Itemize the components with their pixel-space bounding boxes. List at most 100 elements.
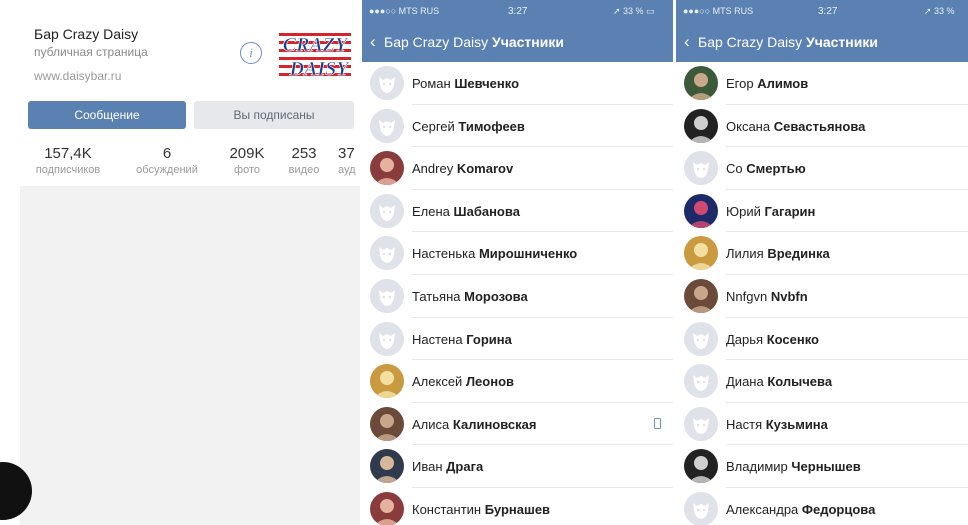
avatar[interactable] [684,193,718,228]
stat-audio[interactable]: 37 ауд [338,145,360,176]
avatar[interactable] [684,449,718,484]
member-name[interactable]: Сергей Тимофеев [412,119,525,134]
member-name[interactable]: Елена Шабанова [412,204,520,219]
stat-label: подписчиков [35,164,101,176]
member-row[interactable]: Сергей Тимофеев [362,105,673,148]
subscribed-button[interactable]: Вы подписаны [194,101,354,129]
member-row[interactable]: Роман Шевченко [362,62,673,105]
member-name[interactable]: Оксана Севастьянова [726,119,865,134]
member-name[interactable]: Роман Шевченко [412,76,519,91]
member-first-name: Иван [412,459,443,475]
stat-discussions[interactable]: 6 обсуждений [128,145,206,176]
back-label[interactable]: Бар Crazy Daisy [698,34,802,50]
member-last-name: Морозова [464,288,528,304]
member-name[interactable]: Диана Колычева [726,374,832,389]
member-row[interactable]: Егор Алимов [676,62,968,105]
member-last-name: Колычева [767,374,833,390]
member-name[interactable]: Лилия Врединка [726,246,830,261]
message-button[interactable]: Сообщение [28,101,186,129]
default-avatar-icon[interactable] [684,151,718,186]
member-row[interactable]: Nnfgvn Nvbfn [676,275,968,318]
member-row[interactable]: Настя Кузьмина [676,403,968,446]
default-avatar-icon[interactable] [684,364,718,399]
member-last-name: Федорцова [801,501,876,517]
battery-indicator: ➚ 33 % ▭ [613,6,655,16]
stat-subscribers[interactable]: 157,4K подписчиков [32,145,104,176]
member-row[interactable]: Настена Горина [362,318,673,361]
default-avatar-icon[interactable] [370,66,404,100]
default-avatar-icon[interactable] [684,321,718,356]
default-avatar-icon[interactable] [370,321,404,356]
member-first-name: Роман [412,76,451,91]
member-name[interactable]: Иван Драга [412,459,483,474]
avatar[interactable] [684,66,718,100]
member-row[interactable]: Константин Бурнашев [362,488,673,525]
avatar[interactable] [370,364,404,399]
member-name[interactable]: Nnfgvn Nvbfn [726,289,808,304]
member-name[interactable]: Дарья Косенко [726,332,819,347]
avatar[interactable] [370,491,404,525]
member-last-name: Леонов [465,374,515,390]
default-avatar-icon[interactable] [684,406,718,441]
back-chevron-icon[interactable]: ‹ [370,33,376,50]
member-name[interactable]: Александра Федорцова [726,502,875,517]
member-name[interactable]: Юрий Гагарин [726,204,815,219]
member-name[interactable]: Со Смертью [726,161,806,176]
avatar[interactable] [370,406,404,441]
member-row[interactable]: Елена Шабанова [362,190,673,233]
stat-photos[interactable]: 209K фото [222,145,272,176]
member-row[interactable]: Andrey Komarov [362,147,673,190]
member-last-name: Мирошниченко [478,246,578,262]
info-icon[interactable]: i [240,42,262,64]
member-row[interactable]: Татьяна Морозова [362,275,673,318]
default-avatar-icon[interactable] [684,491,718,525]
member-name[interactable]: Алиса Калиновская [412,417,536,432]
member-name[interactable]: Константин Бурнашев [412,502,550,517]
member-name[interactable]: Татьяна Морозова [412,289,528,304]
member-name[interactable]: Настя Кузьмина [726,417,828,432]
community-website[interactable]: www.daisybar.ru [34,69,121,83]
member-row[interactable]: Лилия Врединка [676,232,968,275]
member-last-name: Врединка [767,246,830,262]
member-name[interactable]: Владимир Чернышев [726,459,861,474]
member-row[interactable]: Владимир Чернышев [676,445,968,488]
member-name[interactable]: Настена Горина [412,332,512,347]
member-row[interactable]: Алексей Леонов [362,360,673,403]
default-avatar-icon[interactable] [370,236,404,271]
member-row[interactable]: Настенька Мирошниченко [362,232,673,275]
member-first-name: Диана [726,374,764,390]
member-name[interactable]: Егор Алимов [726,76,808,91]
members-list: Егор Алимов Оксана Севастьянова Со Смертью… [676,62,968,525]
member-first-name: Елена [412,203,450,219]
member-row[interactable]: Иван Драга [362,445,673,488]
member-last-name: Драга [446,459,484,475]
member-first-name: Лилия [726,246,764,262]
member-name[interactable]: Настенька Мирошниченко [412,246,577,261]
stat-value: 209K [229,145,265,162]
member-row[interactable]: Оксана Севастьянова [676,105,968,148]
member-last-name: Тимофеев [458,118,525,134]
member-row[interactable]: Со Смертью [676,147,968,190]
avatar[interactable] [370,449,404,484]
stat-videos[interactable]: 253 видео [282,145,326,176]
member-row[interactable]: Александра Федорцова [676,488,968,525]
member-row[interactable]: Юрий Гагарин [676,190,968,233]
member-name[interactable]: Алексей Леонов [412,374,514,389]
default-avatar-icon[interactable] [370,278,404,313]
member-first-name: Nnfgvn [726,288,768,304]
avatar[interactable] [684,236,718,271]
default-avatar-icon[interactable] [370,193,404,228]
nav-title: Бар Crazy Daisy Участники [384,34,564,50]
back-chevron-icon[interactable]: ‹ [684,33,690,50]
member-row[interactable]: Дарья Косенко [676,318,968,361]
back-label[interactable]: Бар Crazy Daisy [384,34,488,50]
member-name[interactable]: Andrey Komarov [412,161,513,176]
stat-label: фото [234,164,260,176]
stat-label: ауд [338,164,356,176]
member-row[interactable]: Диана Колычева [676,360,968,403]
avatar[interactable] [684,108,718,143]
default-avatar-icon[interactable] [370,108,404,143]
member-row[interactable]: Алиса Калиновская [362,403,673,446]
avatar[interactable] [684,278,718,313]
avatar[interactable] [370,151,404,186]
